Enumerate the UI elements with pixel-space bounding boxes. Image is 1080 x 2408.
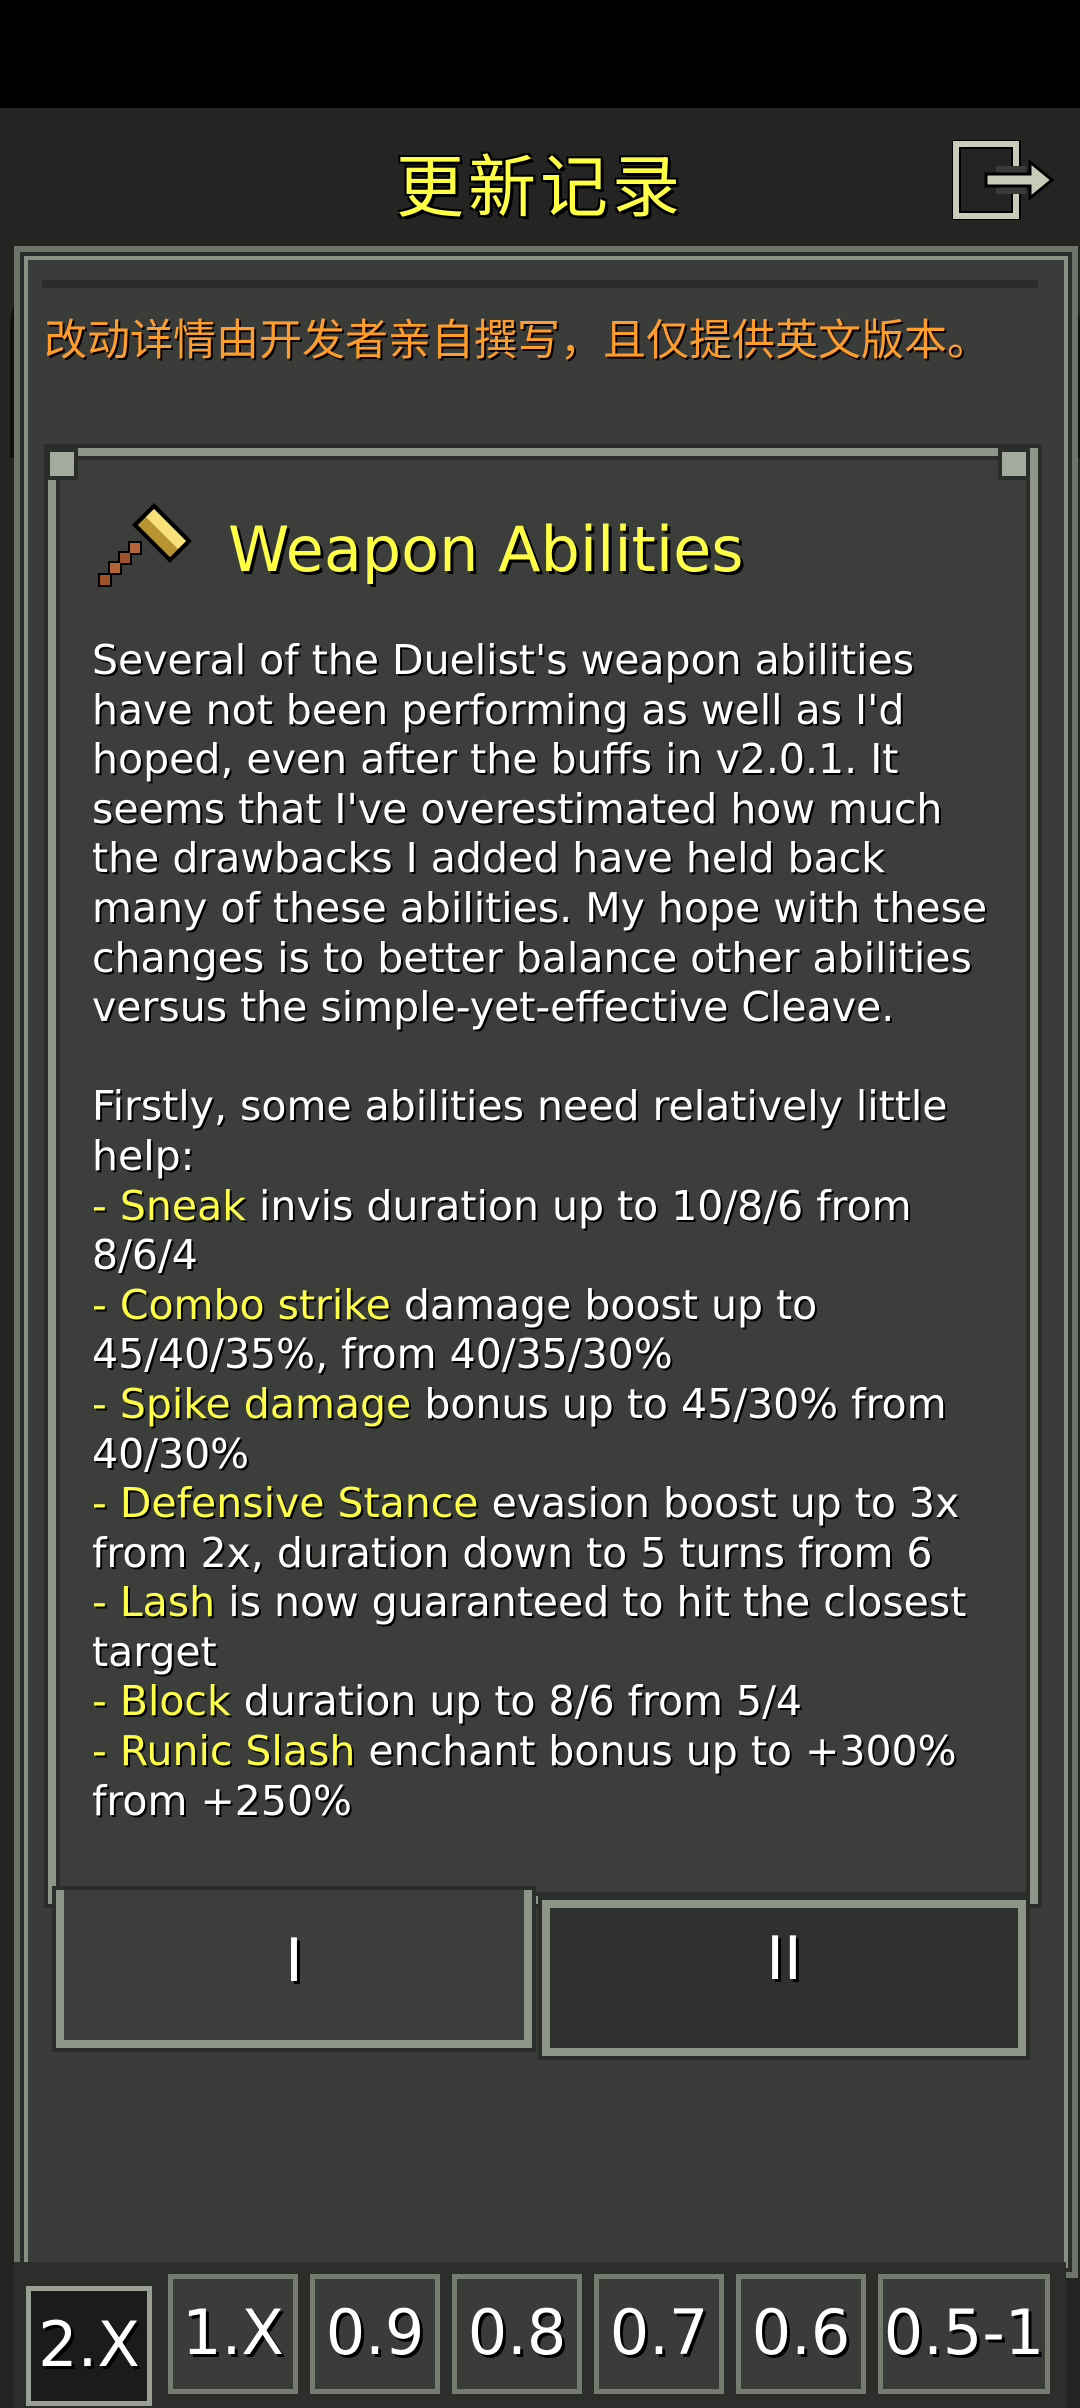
tab-label: II [766,1924,802,1994]
change-prefix: - [92,1379,120,1428]
speed-button-1x[interactable]: 1.X [168,2274,298,2394]
change-prefix: - [92,1727,120,1776]
speed-button-0-6[interactable]: 0.6 [736,2274,866,2394]
change-item: - Combo strike damage boost up to 45/40/… [92,1281,830,1379]
change-prefix: - [92,1181,120,1230]
panel-corner [998,448,1030,480]
translation-notice: 改动详情由开发者亲自撰写，且仅提供英文版本。 [44,316,990,366]
page-title: 更新记录 [395,149,684,228]
change-item: - Defensive Stance evasion boost up to 3… [92,1479,972,1577]
tab-page-1[interactable]: I [56,1890,532,2048]
tab-page-2[interactable]: II [542,1900,1026,2056]
speed-button-2x[interactable]: 2.X [26,2286,152,2406]
ability-name: Runic Slash [119,1727,356,1776]
change-item: - Lash is now guaranteed to hit the clos… [92,1578,979,1676]
panel-corner [46,448,78,480]
entry-header: Weapon Abilities [92,495,1012,605]
ability-name: Block [119,1677,231,1726]
entry-body: Several of the Duelist's weapon abilitie… [92,636,1012,1826]
ability-name: Lash [119,1578,216,1627]
change-text: is now guaranteed to hit the closest tar… [92,1578,980,1676]
change-prefix: - [92,1479,120,1528]
change-item: - Block duration up to 8/6 from 5/4 [92,1677,802,1725]
ability-name: Sneak [119,1181,246,1230]
change-text: duration up to 8/6 from 5/4 [230,1677,802,1726]
speed-button-0-7[interactable]: 0.7 [594,2274,724,2394]
tab-label: I [285,1926,303,1996]
change-item: - Spike damage bonus up to 45/30% from 4… [92,1380,960,1478]
entry-paragraph: Firstly, some abilities need relatively … [92,1082,961,1180]
change-item: - Runic Slash enchant bonus up to +300% … [92,1727,970,1825]
window-divider [42,280,1038,288]
change-prefix: - [92,1677,120,1726]
status-bar [0,0,1080,108]
exit-button[interactable] [951,139,1056,221]
ability-name: Defensive Stance [119,1479,479,1528]
entry-paragraph: Several of the Duelist's weapon abilitie… [92,636,1001,1032]
exit-icon [951,139,1055,221]
ability-name: Spike damage [119,1379,412,1428]
ability-name: Combo strike [119,1280,391,1329]
change-item: - Sneak invis duration up to 10/8/6 from… [92,1182,925,1280]
speed-button-0-9[interactable]: 0.9 [310,2274,440,2394]
golden-hammer-icon [98,503,192,587]
entry-title: Weapon Abilities [228,513,744,586]
speed-button-0-8[interactable]: 0.8 [452,2274,582,2394]
change-prefix: - [92,1280,120,1329]
change-prefix: - [92,1578,120,1627]
speed-button-0-5-1[interactable]: 0.5-1 [878,2274,1050,2394]
